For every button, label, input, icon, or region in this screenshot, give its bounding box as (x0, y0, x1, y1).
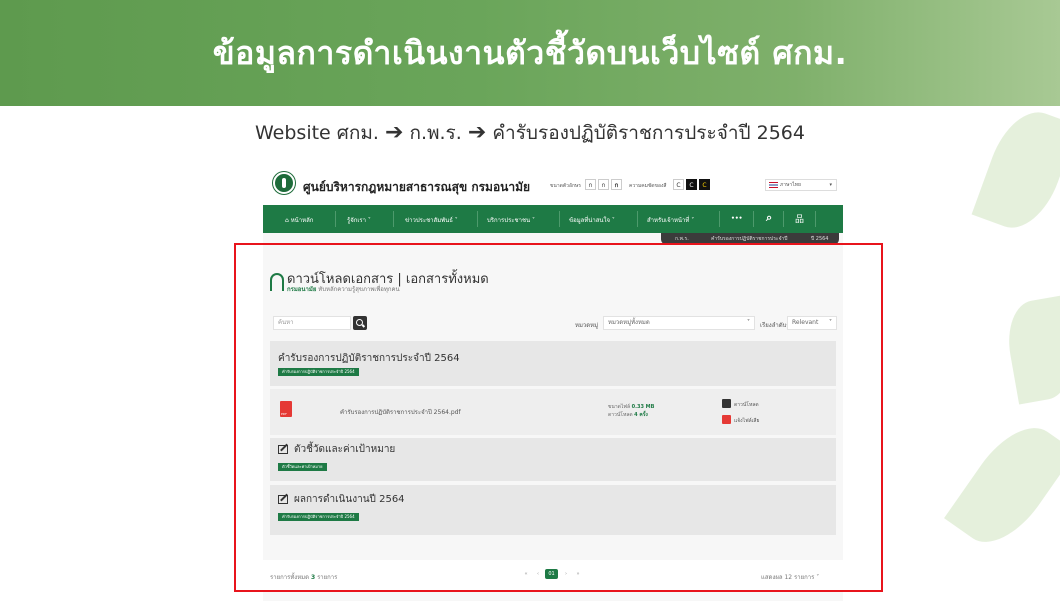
contrast-normal-button[interactable]: C (673, 179, 684, 190)
nav-news[interactable]: ข่าวประชาสัมพันธ์ ˅ (405, 215, 458, 225)
presentation-slide: ข้อมูลการดำเนินงานตัวชี้วัดบนเว็บไซต์ ศก… (0, 0, 1060, 601)
nav-staff[interactable]: สำหรับเจ้าหน้าที่ ˅ (647, 215, 694, 225)
contrast-label: ความคมชัดของสี (629, 183, 667, 189)
nav-more[interactable]: ••• (731, 215, 743, 222)
nav-divider (783, 211, 784, 227)
nav-label: ข้อมูลที่น่าสนใจ (569, 217, 610, 224)
nav-divider (335, 211, 336, 227)
font-small-button[interactable]: ก (585, 179, 596, 190)
nav-divider (559, 211, 560, 227)
contrast-dark-button[interactable]: C (686, 179, 697, 190)
nav-label: รู้จักเรา (347, 217, 367, 224)
site-name: ศูนย์บริหารกฎหมายสาธารณสุข กรมอนามัย (303, 180, 531, 194)
sitemap-icon[interactable]: 品 (795, 212, 804, 225)
site-topbar: ศูนย์บริหารกฎหมายสาธารณสุข กรมอนามัย ขนา… (263, 165, 843, 205)
breadcrumb-item: ปี 2564 (811, 236, 829, 242)
nav-divider (477, 211, 478, 227)
thai-flag-icon (769, 182, 778, 188)
navigation-path: Website ศกม. ➔ ก.พ.ร. ➔ คำรับรองปฏิบัติร… (0, 118, 1060, 148)
path-step: Website ศกม. (255, 122, 379, 144)
site-navbar: ⌂ หน้าหลัก รู้จักเรา ˅ ข่าวประชาสัมพันธ์… (263, 205, 843, 233)
nav-divider (637, 211, 638, 227)
search-icon[interactable]: ⌕ (766, 211, 772, 225)
language-select[interactable]: ภาษาไทย ▾ (765, 179, 837, 191)
nav-divider (753, 211, 754, 227)
leaf-decoration (944, 411, 1060, 559)
nav-services[interactable]: บริการประชาชน ˅ (487, 215, 535, 225)
contrast-yellow-button[interactable]: C (699, 179, 710, 190)
nav-divider (719, 211, 720, 227)
language-value: ภาษาไทย (780, 182, 801, 188)
path-step: คำรับรองปฏิบัติราชการประจำปี 2564 (492, 122, 805, 144)
nav-home[interactable]: ⌂ หน้าหลัก (285, 215, 313, 225)
path-step: ก.พ.ร. (409, 122, 462, 144)
nav-divider (393, 211, 394, 227)
font-medium-button[interactable]: ก (598, 179, 609, 190)
nav-label: บริการประชาชน (487, 217, 531, 224)
nav-label: ข่าวประชาสัมพันธ์ (405, 217, 453, 224)
arrow-right-icon: ➔ (467, 120, 487, 145)
arrow-right-icon: ➔ (384, 120, 404, 145)
chevron-down-icon: ▾ (829, 182, 832, 188)
highlight-frame (234, 243, 883, 592)
nav-divider (815, 211, 816, 227)
leaf-decoration (1001, 295, 1060, 405)
slide-title: ข้อมูลการดำเนินงานตัวชี้วัดบนเว็บไซต์ ศก… (212, 33, 848, 72)
nav-label: หน้าหลัก (290, 217, 314, 224)
ministry-logo (273, 172, 295, 194)
breadcrumb-item[interactable]: ก.พ.ร. (675, 235, 689, 243)
breadcrumb-item[interactable]: คำรับรองการปฏิบัติราชการประจำปี (711, 235, 787, 243)
nav-label: สำหรับเจ้าหน้าที่ (647, 217, 690, 224)
nav-about[interactable]: รู้จักเรา ˅ (347, 215, 371, 225)
font-large-button[interactable]: ก (611, 179, 622, 190)
font-size-label: ขนาดตัวอักษร (550, 183, 581, 189)
nav-info[interactable]: ข้อมูลที่น่าสนใจ ˅ (569, 215, 615, 225)
